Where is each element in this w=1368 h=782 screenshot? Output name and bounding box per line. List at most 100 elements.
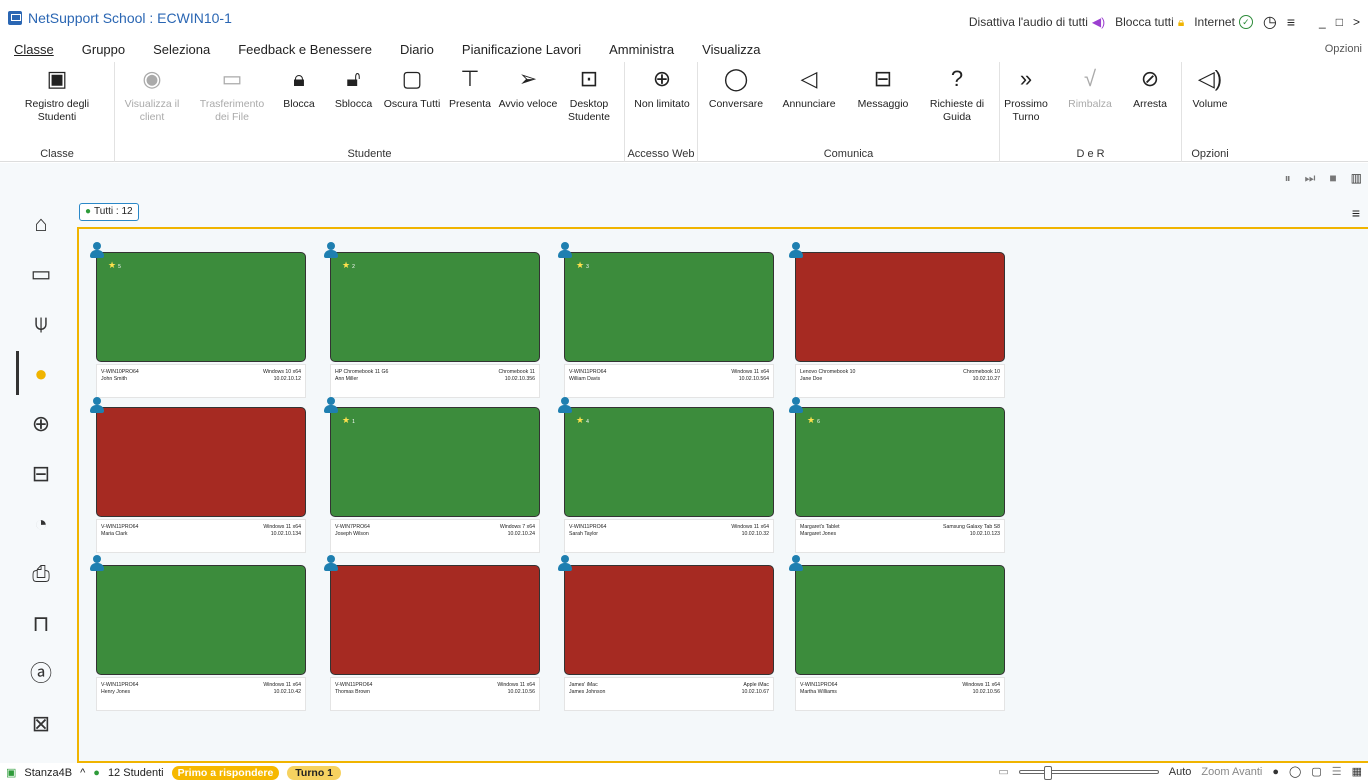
student-tile[interactable]: ★ 3 V-WIN11PRO64 William Davis Windows 11 x6… [558,242,774,402]
mute-all-button[interactable]: Disattiva l'audio di tutti ◀) [969,15,1105,29]
announce-button[interactable]: ◁ Annunciare [774,66,844,111]
os-name: Windows 11 x64 [962,682,1000,688]
menu-icon[interactable]: ≡ [1287,14,1295,30]
list-view-icon[interactable]: ☰ [1332,765,1342,778]
group-label-web: Accesso Web [627,148,695,160]
student-screen[interactable] [96,407,306,517]
student-tile[interactable]: ★ 1 V-WIN7PRO64 Joseph Wilson Windows 7 x64 1… [324,397,540,557]
student-info: V-WIN11PRO64 Martha Williams Windows 11 x6… [795,677,1005,711]
menu-visualizza[interactable]: Visualizza [688,42,774,57]
volume-label: Volume [1192,98,1228,110]
window-icon[interactable]: ⊟ [28,461,54,487]
blank-all-button[interactable]: ▢ Oscura Tutti [382,66,442,111]
map-icon[interactable]: ▥ [1351,171,1362,186]
student-screen[interactable] [564,252,774,362]
picture-icon[interactable]: ⊠ [28,711,54,737]
student-tile[interactable]: James' iMac James Johnson Apple iMac 10.02.… [558,555,774,715]
grid-view-icon[interactable]: ▦ [1352,765,1362,778]
menu-classe[interactable]: Classe [0,42,68,57]
menu-diario[interactable]: Diario [386,42,448,57]
at-icon[interactable]: ⓐ [28,661,54,687]
zoom-in-button[interactable]: Zoom Avanti [1201,766,1262,778]
pause-icon[interactable]: ⏸︎ [1285,171,1291,186]
lock-button[interactable]: 🔒︎ Blocca [274,66,324,111]
student-screen[interactable] [330,407,540,517]
group-opzioni: ◁) Volume Opzioni [1182,62,1238,162]
volume-button[interactable]: ◁) Volume [1175,66,1245,111]
students-icon: ● [93,766,100,779]
maximize-button[interactable]: □ [1336,15,1343,29]
pie-chart-icon[interactable]: ◔ [28,511,54,537]
student-screen[interactable] [330,252,540,362]
room-name[interactable]: Stanza4B [24,767,72,779]
student-screen[interactable] [795,252,1005,362]
student-tile[interactable]: Lenovo Chromebook 10 Jane Doe Chromebook 1… [789,242,1005,402]
menu-pianificazione[interactable]: Pianificazione Lavori [448,42,595,57]
printer-icon[interactable]: ⎙ [28,561,54,587]
menu-feedback[interactable]: Feedback e Benessere [224,42,386,57]
chat-button[interactable]: ◯ Conversare [701,66,771,111]
student-tile[interactable]: V-WIN11PRO64 Maria Clark Windows 11 x64 10.… [90,397,306,557]
auto-button[interactable]: Auto [1169,766,1192,778]
student-tile[interactable]: V-WIN11PRO64 Thomas Brown Windows 11 x64 10… [324,555,540,715]
bounce-button[interactable]: √ Rimbalza [1060,66,1120,111]
student-tile[interactable]: ★ 5 V-WIN10PRO64 John Smith Windows 10 x64 10… [90,242,306,402]
group-label-comunica: Comunica [823,148,874,160]
unlock-button[interactable]: 🔓︎ Sblocca [326,66,381,111]
id-card-icon: ▣ [46,66,68,91]
student-tile[interactable]: ★ 4 V-WIN11PRO64 Sarah Taylor Windows 11 x64… [558,397,774,557]
user-outline-icon[interactable]: ◯ [1289,765,1301,778]
zoom-slider[interactable] [1018,765,1159,780]
message-icon: ⊟ [873,66,893,91]
student-desktop-button[interactable]: ⊡ Desktop Studente [555,66,623,124]
menu-gruppo[interactable]: Gruppo [68,42,139,57]
student-tile[interactable]: ★ 6 Margaret's Tablet Margaret Jones Samsung… [789,397,1005,557]
student-register-button[interactable]: ▣ Registro degli Studenti [22,66,92,124]
options-menu[interactable]: Opzioni [1325,43,1362,55]
student-screen[interactable] [564,565,774,675]
chevron-up-icon[interactable]: ^ [80,767,85,779]
student-tile[interactable]: ★ 2 HP Chromebook 11 G6 Ann Miller Chromeboo… [324,242,540,402]
student-tile[interactable]: V-WIN11PRO64 Henry Jones Windows 11 x64 10.… [90,555,306,715]
menu-seleziona[interactable]: Seleziona [139,42,224,57]
student-screen[interactable] [96,252,306,362]
stop-square-icon[interactable]: ■ [1329,171,1336,186]
message-button[interactable]: ⊟ Messaggio [848,66,918,111]
student-tile[interactable]: V-WIN11PRO64 Martha Williams Windows 11 x6… [789,555,1005,715]
minimize-button[interactable]: _ [1319,15,1326,29]
group-label-der: D e R [1076,148,1105,160]
menu-amministra[interactable]: Amministra [595,42,688,57]
clock-icon[interactable]: ◷ [1263,12,1277,32]
student-screen[interactable] [795,565,1005,675]
lock-all-button[interactable]: Blocca tutti 🔒︎ [1115,15,1184,30]
close-button[interactable]: > [1353,15,1360,29]
home-icon[interactable]: ⌂ [28,211,54,237]
star-icon: ★ 2 [342,260,355,270]
next-turn-button[interactable]: » Prossimo Turno [996,66,1056,124]
person-icon[interactable]: ● [1272,766,1279,778]
student-screen[interactable] [795,407,1005,517]
student-screen[interactable] [96,565,306,675]
help-requests-button[interactable]: ? Richieste di Guida [922,66,992,124]
quick-launch-button[interactable]: ➢ Avvio veloce [498,66,558,111]
device-icon[interactable]: ⊓ [28,611,54,637]
step-icon[interactable]: ⏭︎ [1305,171,1316,186]
student-screen[interactable] [330,565,540,675]
microphone-icon[interactable]: ⍦ [28,310,54,336]
student-head-icon[interactable]: ● [28,361,54,387]
screen-icon[interactable]: ▭ [28,261,54,287]
stop-button[interactable]: ⊘ Arresta [1120,66,1180,111]
file-transfer-button[interactable]: ▭ Trasferimento dei File [197,66,267,124]
internet-button[interactable]: Internet ✓ [1194,15,1253,29]
screen-view-icon[interactable]: ▢ [1311,765,1321,778]
web-access-button[interactable]: ⊕ Non limitato [627,66,697,111]
student-screen[interactable] [564,407,774,517]
first-responder-badge[interactable]: Primo a rispondere [171,765,280,780]
view-client-button[interactable]: ◉ Visualizza il client [117,66,187,124]
group-all-tag[interactable]: ● Tutti : 12 [79,203,139,221]
present-button[interactable]: ⊤ Presenta [440,66,500,111]
list-menu-icon[interactable]: ≡ [1352,205,1360,221]
turn-badge[interactable]: Turno 1 [287,765,342,780]
globe-icon[interactable]: ⊕ [28,411,54,437]
present-icon: ⊤ [460,66,480,91]
